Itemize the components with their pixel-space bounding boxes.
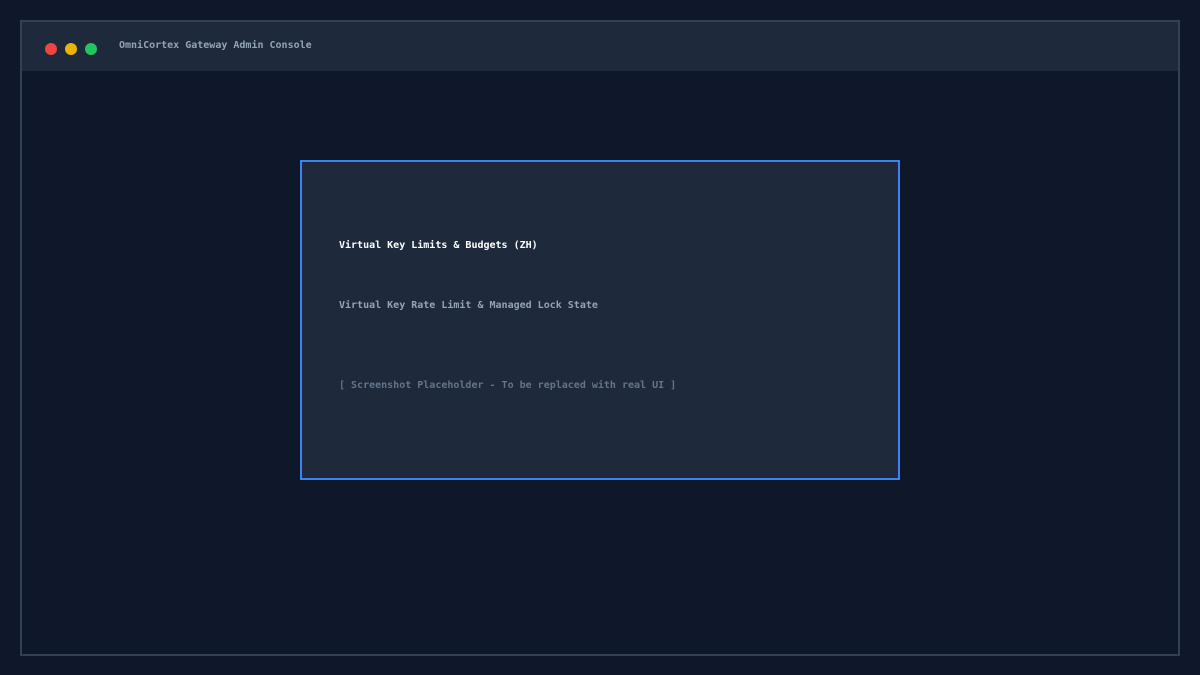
card-subtitle: Virtual Key Rate Limit & Managed Lock St… (339, 300, 598, 311)
maximize-window-button[interactable] (85, 43, 97, 55)
title-bar: OmniCortex Gateway Admin Console (22, 22, 1178, 71)
placeholder-card: Virtual Key Limits & Budgets (ZH) Virtua… (300, 160, 900, 480)
screenshot-placeholder-text: [ Screenshot Placeholder - To be replace… (339, 380, 677, 391)
close-window-button[interactable] (45, 43, 57, 55)
card-title: Virtual Key Limits & Budgets (ZH) (339, 240, 538, 251)
app-window: OmniCortex Gateway Admin Console Virtual… (20, 20, 1180, 656)
window-title: OmniCortex Gateway Admin Console (119, 40, 312, 51)
minimize-window-button[interactable] (65, 43, 77, 55)
